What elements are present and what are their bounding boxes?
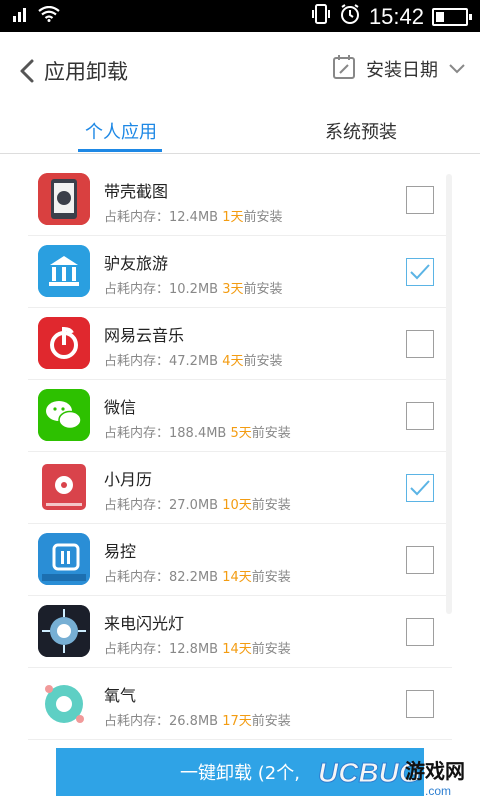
status-right: 15:42 xyxy=(311,3,472,30)
watermark-logo: UCBUG 游戏网 .com xyxy=(260,742,480,800)
app-meta: 占耗内存：26.8MB 17天前安装 xyxy=(104,714,291,729)
wifi-icon xyxy=(38,5,60,27)
status-left xyxy=(12,5,60,27)
screenshot-app-icon xyxy=(38,173,90,225)
list-item[interactable]: 网易云音乐 占耗内存：47.2MB 4天前安装 xyxy=(28,308,452,380)
app-meta: 占耗内存：47.2MB 4天前安装 xyxy=(104,354,283,369)
app-name: 带壳截图 xyxy=(104,182,169,201)
list-item[interactable]: 小月历 占耗内存：27.0MB 10天前安装 xyxy=(28,452,452,524)
select-checkbox[interactable] xyxy=(406,330,434,358)
tab-system-apps[interactable]: 系统预装 xyxy=(325,118,397,144)
list-item[interactable]: 带壳截图 占耗内存：12.4MB 1天前安装 xyxy=(28,164,452,236)
remote-control-app-icon xyxy=(38,533,90,585)
app-meta: 占耗内存：27.0MB 10天前安装 xyxy=(104,498,291,513)
chevron-left-icon xyxy=(20,59,34,83)
checkmark-icon xyxy=(410,264,430,280)
travel-app-icon xyxy=(38,245,90,297)
list-item[interactable]: 来电闪光灯 占耗内存：12.8MB 14天前安装 xyxy=(28,596,452,668)
app-name: 驴友旅游 xyxy=(104,254,169,273)
tab-bar: 个人应用 系统预装 xyxy=(0,112,480,154)
app-meta: 占耗内存：188.4MB 5天前安装 xyxy=(104,426,291,441)
svg-text:.com: .com xyxy=(425,784,451,798)
tab-personal-apps[interactable]: 个人应用 xyxy=(85,118,157,144)
app-meta: 占耗内存：10.2MB 3天前安装 xyxy=(104,282,283,297)
app-meta: 占耗内存：82.2MB 14天前安装 xyxy=(104,570,291,585)
app-name: 来电闪光灯 xyxy=(104,614,185,633)
select-checkbox[interactable] xyxy=(406,618,434,646)
back-button[interactable] xyxy=(16,56,40,86)
list-scrollbar[interactable] xyxy=(446,174,452,614)
app-meta: 占耗内存：12.4MB 1天前安装 xyxy=(104,210,283,225)
oxygen-app-icon xyxy=(38,677,90,729)
svg-text:游戏网: 游戏网 xyxy=(405,759,465,783)
chevron-down-icon xyxy=(448,60,466,79)
select-checkbox[interactable] xyxy=(406,474,434,502)
calendar-app-icon xyxy=(38,461,90,513)
page-title: 应用卸载 xyxy=(44,60,128,84)
signal-icon xyxy=(12,6,30,27)
status-time: 15:42 xyxy=(368,3,424,29)
list-item[interactable]: 易控 占耗内存：82.2MB 14天前安装 xyxy=(28,524,452,596)
select-checkbox[interactable] xyxy=(406,258,434,286)
app-name: 微信 xyxy=(104,398,137,417)
app-name: 小月历 xyxy=(104,470,153,489)
battery-icon xyxy=(432,7,472,26)
list-item[interactable]: 驴友旅游 占耗内存：10.2MB 3天前安装 xyxy=(28,236,452,308)
app-meta: 占耗内存：12.8MB 14天前安装 xyxy=(104,642,291,657)
select-checkbox[interactable] xyxy=(406,402,434,430)
status-bar: 15:42 xyxy=(0,0,480,32)
app-list: 带壳截图 占耗内存：12.4MB 1天前安装 驴友旅游 占耗内存：10.2MB … xyxy=(28,164,452,740)
header: 应用卸载 安装日期 xyxy=(0,32,480,112)
alarm-icon xyxy=(339,3,361,30)
checkmark-icon xyxy=(410,480,430,496)
flashlight-app-icon xyxy=(38,605,90,657)
select-checkbox[interactable] xyxy=(406,690,434,718)
select-checkbox[interactable] xyxy=(406,186,434,214)
sort-selector[interactable]: 安装日期 xyxy=(332,54,466,84)
music-app-icon xyxy=(38,317,90,369)
app-name: 氧气 xyxy=(104,686,137,705)
app-name: 网易云音乐 xyxy=(104,326,185,345)
app-name: 易控 xyxy=(104,542,137,561)
wechat-app-icon xyxy=(38,389,90,441)
vibrate-icon xyxy=(311,3,331,30)
list-item[interactable]: 氧气 占耗内存：26.8MB 17天前安装 xyxy=(28,668,452,740)
tab-underline xyxy=(78,149,162,152)
select-checkbox[interactable] xyxy=(406,546,434,574)
sort-label: 安装日期 xyxy=(366,60,438,81)
calendar-edit-icon xyxy=(332,54,356,84)
list-item[interactable]: 微信 占耗内存：188.4MB 5天前安装 xyxy=(28,380,452,452)
